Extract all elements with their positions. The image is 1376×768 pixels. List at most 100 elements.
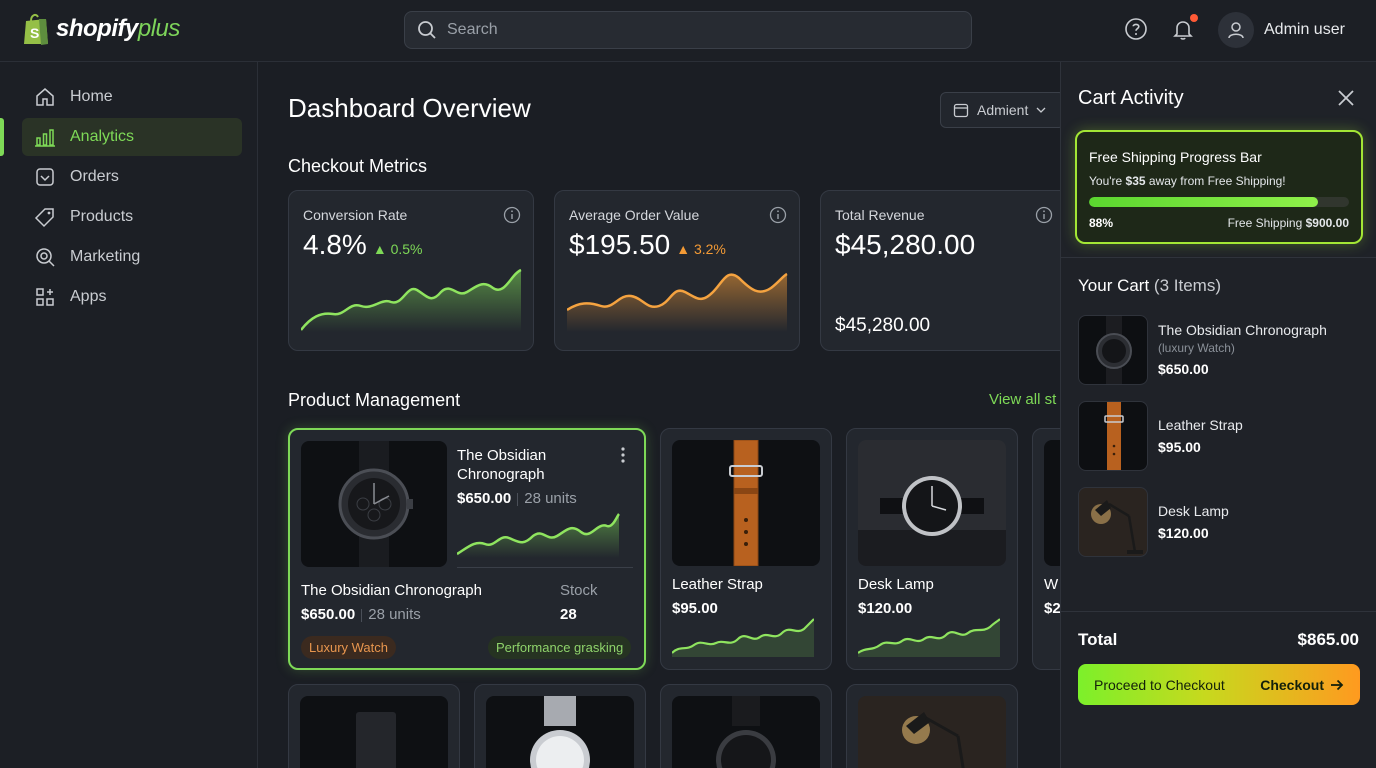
cart-item-price: $650.00 — [1158, 361, 1209, 377]
notification-dot — [1190, 14, 1198, 22]
product-photo — [356, 712, 396, 768]
cart-heading: Your Cart (3 Items) — [1078, 276, 1221, 295]
cart-title: Cart Activity — [1078, 87, 1184, 109]
cart-item-image[interactable] — [1078, 401, 1148, 471]
analytics-icon — [35, 129, 55, 147]
total-value: $865.00 — [1297, 630, 1359, 649]
progress-fill — [1089, 197, 1318, 207]
product-card[interactable]: Desk Lamp $120.00 — [846, 428, 1018, 670]
shipping-threshold: Free Shipping $900.00 — [1227, 216, 1349, 230]
info-icon[interactable] — [1035, 206, 1053, 224]
product-card[interactable] — [660, 684, 832, 768]
shipping-message: You're $35 away from Free Shipping! — [1089, 174, 1286, 188]
top-bar: S shopifyplus Admin user — [0, 0, 1376, 62]
sidebar-item-label: Orders — [70, 168, 119, 185]
cart-item-image[interactable] — [1078, 487, 1148, 557]
product-image — [486, 696, 634, 768]
metric-delta: ▲ 3.2% — [676, 241, 726, 257]
product-card[interactable] — [288, 684, 460, 768]
product-image — [858, 440, 1006, 566]
search-bar[interactable] — [404, 11, 972, 49]
metric-label: Average Order Value — [569, 207, 700, 223]
category-tag[interactable]: Luxury Watch — [301, 636, 396, 659]
divider — [1061, 257, 1376, 258]
cart-item-name: The Obsidian Chronograph — [1158, 322, 1327, 338]
sidebar-item-analytics[interactable]: Analytics — [22, 118, 242, 156]
metric-label: Conversion Rate — [303, 207, 408, 223]
product-image — [672, 440, 820, 566]
product-card[interactable] — [474, 684, 646, 768]
product-price: $650.00 28 units — [457, 490, 577, 507]
card-divider — [457, 567, 633, 568]
tag-icon — [34, 208, 54, 228]
watch-image — [716, 696, 776, 768]
product-name: Desk Lamp — [858, 576, 934, 593]
shopify-bag-icon: S — [24, 13, 48, 45]
more-options-icon[interactable] — [618, 446, 628, 464]
active-indicator — [0, 118, 4, 156]
shipping-title: Free Shipping Progress Bar — [1089, 149, 1262, 165]
sidebar-item-label: Analytics — [70, 128, 135, 145]
progress-track — [1089, 197, 1349, 207]
total-revenue-card[interactable]: Total Revenue $45,280.00 $45,280.00 — [820, 190, 1080, 351]
cart-item-name: Desk Lamp — [1158, 503, 1229, 519]
avatar[interactable] — [1218, 12, 1254, 48]
product-name: W — [1044, 576, 1059, 593]
help-icon[interactable] — [1124, 17, 1148, 41]
user-name[interactable]: Admin user — [1264, 21, 1345, 39]
marketing-icon — [36, 248, 55, 267]
product-management-heading: Product Management — [288, 390, 461, 410]
product-image — [301, 441, 447, 567]
close-icon[interactable] — [1335, 87, 1357, 109]
product-sparkline — [672, 618, 814, 657]
metric-value: $195.50 ▲ 3.2% — [569, 229, 726, 260]
performance-tag[interactable]: Performance grasking — [488, 636, 632, 659]
conversion-rate-card[interactable]: Conversion Rate 4.8% ▲ 0.5% — [288, 190, 534, 351]
view-all-link[interactable]: View all st — [989, 391, 1056, 408]
svg-text:S: S — [30, 25, 39, 41]
product-card[interactable] — [846, 684, 1018, 768]
average-order-value-card[interactable]: Average Order Value $195.50 ▲ 3.2% — [554, 190, 800, 351]
metric-label: Total Revenue — [835, 207, 925, 223]
user-icon — [1228, 22, 1244, 39]
sidebar-item-orders[interactable]: Orders — [22, 158, 242, 196]
sidebar-item-apps[interactable]: Apps — [22, 278, 242, 316]
cart-item-note: (luxury Watch) — [1158, 341, 1235, 355]
search-input[interactable] — [447, 21, 927, 39]
sidebar-item-marketing[interactable]: Marketing — [22, 238, 242, 276]
free-shipping-progress: Free Shipping Progress Bar You're $35 aw… — [1075, 130, 1363, 244]
sidebar-item-home[interactable]: Home — [22, 78, 242, 116]
product-price: $95.00 — [672, 600, 718, 617]
page-title: Dashboard Overview — [288, 93, 531, 123]
arrow-right-icon — [1331, 679, 1344, 690]
date-filter-button[interactable]: Admient — [940, 92, 1065, 128]
apps-icon — [36, 288, 54, 306]
cart-panel: Cart Activity Free Shipping Progress Bar… — [1060, 62, 1376, 768]
sidebar-item-products[interactable]: Products — [22, 198, 242, 236]
order-value-sparkline — [567, 272, 788, 332]
cart-item-price: $120.00 — [1158, 525, 1209, 541]
featured-product-card[interactable]: The Obsidian Chronograph $650.00 28 units… — [288, 428, 646, 670]
watch-image — [1096, 316, 1132, 384]
sidebar-item-label: Marketing — [70, 248, 141, 265]
date-filter-label: Admient — [977, 102, 1029, 118]
product-card[interactable]: Leather Strap $95.00 — [660, 428, 832, 670]
cart-item-image[interactable] — [1078, 315, 1148, 385]
sidebar-item-label: Home — [70, 88, 113, 105]
product-name: The Obsidian Chronograph — [301, 582, 482, 599]
checkout-button[interactable]: Proceed to Checkout Checkout — [1078, 664, 1360, 705]
conversion-sparkline — [301, 268, 522, 332]
product-image — [672, 696, 820, 768]
lamp-image — [1091, 500, 1143, 554]
sidebar: Home Analytics Orders Products Marketing — [0, 62, 258, 768]
product-price: $120.00 — [858, 600, 913, 617]
product-title: The Obsidian Chronograph — [457, 447, 547, 483]
shopify-logo[interactable]: S shopifyplus — [22, 12, 180, 46]
info-icon[interactable] — [769, 206, 787, 224]
watch-image — [338, 441, 413, 567]
calendar-icon — [953, 103, 969, 118]
lamp-image — [902, 712, 965, 768]
info-icon[interactable] — [503, 206, 521, 224]
stock-label: Stock — [560, 582, 598, 599]
metric-subvalue: $45,280.00 — [835, 315, 931, 336]
